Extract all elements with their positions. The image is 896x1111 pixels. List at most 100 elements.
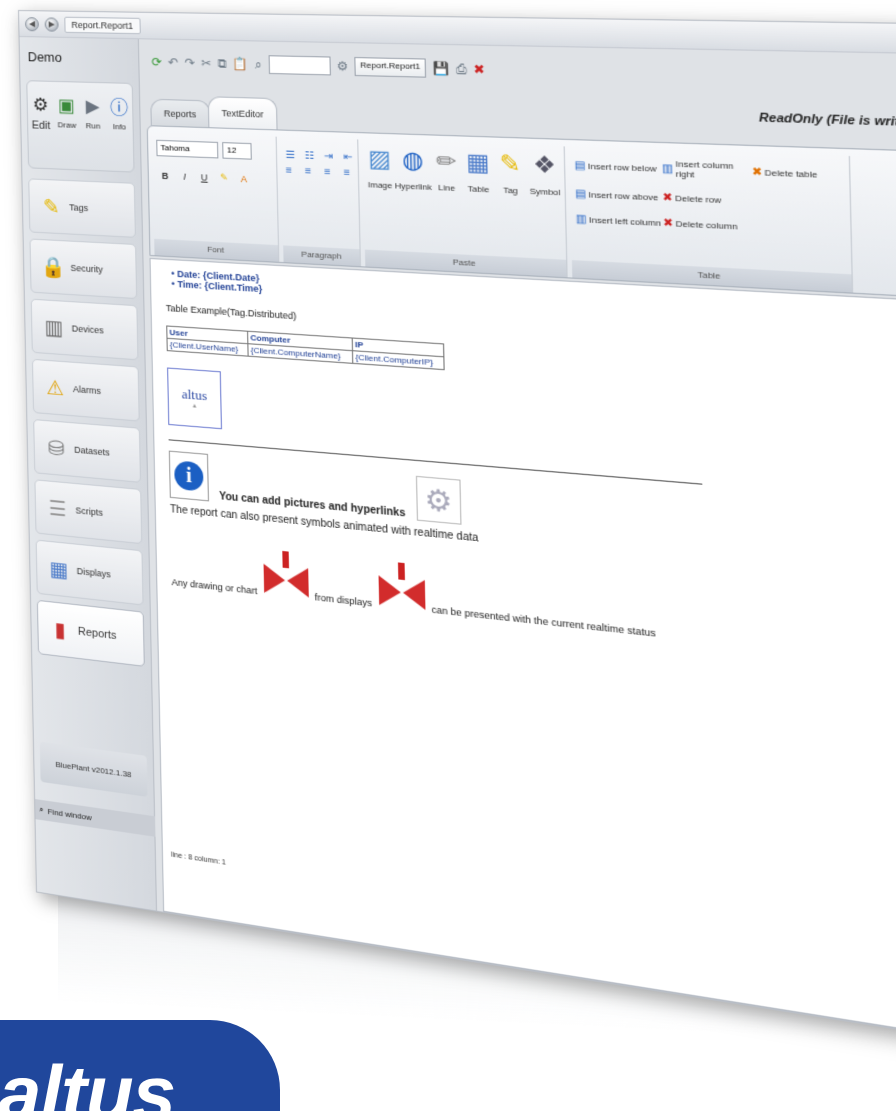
info-picture[interactable]: i (168, 450, 209, 502)
font-size-select[interactable]: 12 (222, 141, 253, 160)
sidebar-item-alarms[interactable]: ⚠ Alarms (31, 358, 140, 422)
report-selector[interactable]: Report.Report1 (354, 57, 427, 78)
sidebar-item-security[interactable]: 🔒 Security (29, 238, 138, 300)
sidebar-item-reports[interactable]: ▮ Reports (36, 599, 145, 667)
valve-right (402, 577, 425, 610)
redo-icon[interactable]: ↷ (184, 56, 195, 71)
paste-item-label: Symbol (529, 186, 561, 198)
sidebar-item-tags[interactable]: ✎ Tags (28, 178, 136, 238)
mode-draw-label: Draw (57, 120, 77, 130)
from-displays-text: from displays (314, 591, 373, 609)
sidebar-item-datasets[interactable]: ⛁ Datasets (33, 419, 142, 483)
align-center-icon[interactable]: ≡ (305, 166, 320, 178)
insert-row-below-button[interactable]: ▤ Insert row below (574, 155, 662, 178)
align-right-icon[interactable]: ≡ (324, 167, 339, 179)
symbol-icon: ❖ (532, 150, 557, 179)
font-color-icon[interactable]: A (235, 171, 252, 186)
copy-icon[interactable]: ⧉ (217, 56, 226, 72)
info-icon: i (174, 460, 204, 492)
embedded-logo[interactable]: altus ▲ (167, 367, 222, 430)
paste-icon[interactable]: 📋 (233, 57, 249, 72)
tab-texteditor[interactable]: TextEditor (207, 96, 278, 130)
bold-button[interactable]: B (157, 168, 174, 183)
align-justify-icon[interactable]: ≡ (344, 167, 359, 179)
toolbar-combo[interactable] (268, 55, 331, 76)
paste-tag-button[interactable]: ✎ Tag (497, 148, 523, 196)
pencil-icon: ✏ (435, 147, 457, 175)
tab-reports[interactable]: Reports (150, 98, 210, 128)
alarm-icon: ⚠ (46, 376, 65, 400)
stage: ◀ ▶ Report.Report1 Demo ⚙ Edit ▣ Draw ▶ … (0, 0, 896, 1111)
sidebar-item-label: Tags (69, 202, 89, 214)
mode-edit-button[interactable]: ⚙ Edit (29, 89, 53, 132)
valve-left (378, 575, 401, 608)
paragraph-buttons: ☰ ☷ ⇥ ⇤ ≡ ≡ ≡ ≡ (285, 141, 353, 179)
version-label: BluePlant v2012.1.38 (39, 741, 148, 797)
sidebar-nav: ✎ Tags 🔒 Security ▥ Devices ⚠ Alarms ⛁ D… (22, 178, 151, 668)
indent-icon[interactable]: ⇥ (324, 151, 339, 163)
valve-icon[interactable] (378, 560, 425, 614)
paste-hyperlink-button[interactable]: ◍ Hyperlink (395, 145, 432, 192)
database-icon: ⛁ (47, 436, 65, 461)
undo-icon[interactable]: ↶ (168, 55, 179, 70)
gear-icon[interactable]: ⚙ (415, 475, 462, 525)
valve-left (263, 563, 285, 596)
sidebar-item-scripts[interactable]: ☰ Scripts (34, 479, 143, 545)
action-label: Delete row (674, 193, 722, 206)
delete-column-icon: ✖ (663, 217, 674, 230)
bullet-list-icon[interactable]: ☰ (285, 149, 300, 161)
action-label: Delete column (675, 218, 738, 232)
forward-icon[interactable]: ▶ (44, 16, 59, 32)
highlight-icon[interactable]: ✎ (215, 170, 232, 185)
find-window-button[interactable]: ⌕ Find window (35, 799, 156, 837)
save-icon[interactable]: 💾 (432, 61, 449, 76)
delete-icon[interactable]: ✖ (473, 62, 485, 77)
underline-button[interactable]: U (196, 169, 213, 184)
cursor-status: line : 8 column: 1 (171, 851, 226, 867)
refresh-icon[interactable]: ⟳ (151, 55, 162, 70)
table-actions: ▤ Insert row below ▥ Insert column right ✖… (574, 151, 845, 238)
paragraph-group-label: Paragraph (283, 245, 360, 267)
settings-icon[interactable]: ⚙ (336, 59, 348, 74)
script-icon: ☰ (48, 497, 67, 522)
valve-icon[interactable] (263, 549, 309, 602)
insert-column-icon: ▥ (661, 162, 674, 175)
zoom-icon[interactable]: ⌕ (255, 56, 262, 72)
insert-row-above-button[interactable]: ▤ Insert row above (575, 188, 663, 204)
outdent-icon[interactable]: ⇤ (343, 152, 358, 164)
action-label: Insert row below (587, 160, 657, 174)
cut-icon[interactable]: ✂ (201, 56, 212, 71)
insert-left-column-button[interactable]: ▥ Insert left column (576, 213, 664, 229)
delete-column-button[interactable]: ✖ Delete column (663, 217, 753, 233)
sidebar-item-devices[interactable]: ▥ Devices (30, 298, 139, 361)
mode-run-button[interactable]: ▶ Run (80, 91, 105, 131)
text-editor[interactable]: • Date: {Client.Date} • Time: {Client.Ti… (149, 257, 896, 1046)
delete-table-button[interactable]: ✖ Delete table (752, 162, 845, 186)
table-icon: ▦ (465, 148, 490, 177)
delete-row-button[interactable]: ✖ Delete row (662, 192, 752, 208)
paste-image-button[interactable]: ▨ Image (367, 144, 393, 191)
print-icon[interactable]: ⎙ (456, 61, 467, 77)
font-family-select[interactable]: Tahoma (156, 139, 219, 158)
italic-button[interactable]: I (176, 169, 193, 184)
back-icon[interactable]: ◀ (24, 16, 39, 31)
numbered-list-icon[interactable]: ☷ (305, 150, 320, 162)
paste-symbol-button[interactable]: ❖ Symbol (529, 150, 561, 198)
mode-info-button[interactable]: ⓘ Info (107, 91, 132, 132)
mode-run-label: Run (85, 121, 101, 131)
readonly-status: ReadOnly (File is write-protected) (758, 111, 896, 132)
sidebar-item-label: Reports (77, 625, 117, 643)
align-left-icon[interactable]: ≡ (286, 165, 301, 177)
find-window-label: Find window (47, 806, 92, 822)
draw-icon: ▣ (57, 94, 76, 116)
font-group: Tahoma 12 B I U ✎ A Font (151, 132, 280, 262)
mode-draw-button[interactable]: ▣ Draw (54, 90, 79, 130)
sidebar-item-displays[interactable]: ▦ Displays (35, 539, 144, 606)
document-tab[interactable]: Report.Report1 (64, 16, 141, 34)
paste-line-button[interactable]: ✏ Line (433, 146, 459, 193)
table-group: ▤ Insert row below ▥ Insert column right ✖… (569, 146, 854, 293)
insert-column-right-button[interactable]: ▥ Insert column right (662, 159, 752, 182)
paste-table-button[interactable]: ▦ Table (465, 147, 491, 194)
sidebar-item-label: Datasets (74, 444, 110, 458)
paste-item-label: Table (467, 183, 490, 195)
